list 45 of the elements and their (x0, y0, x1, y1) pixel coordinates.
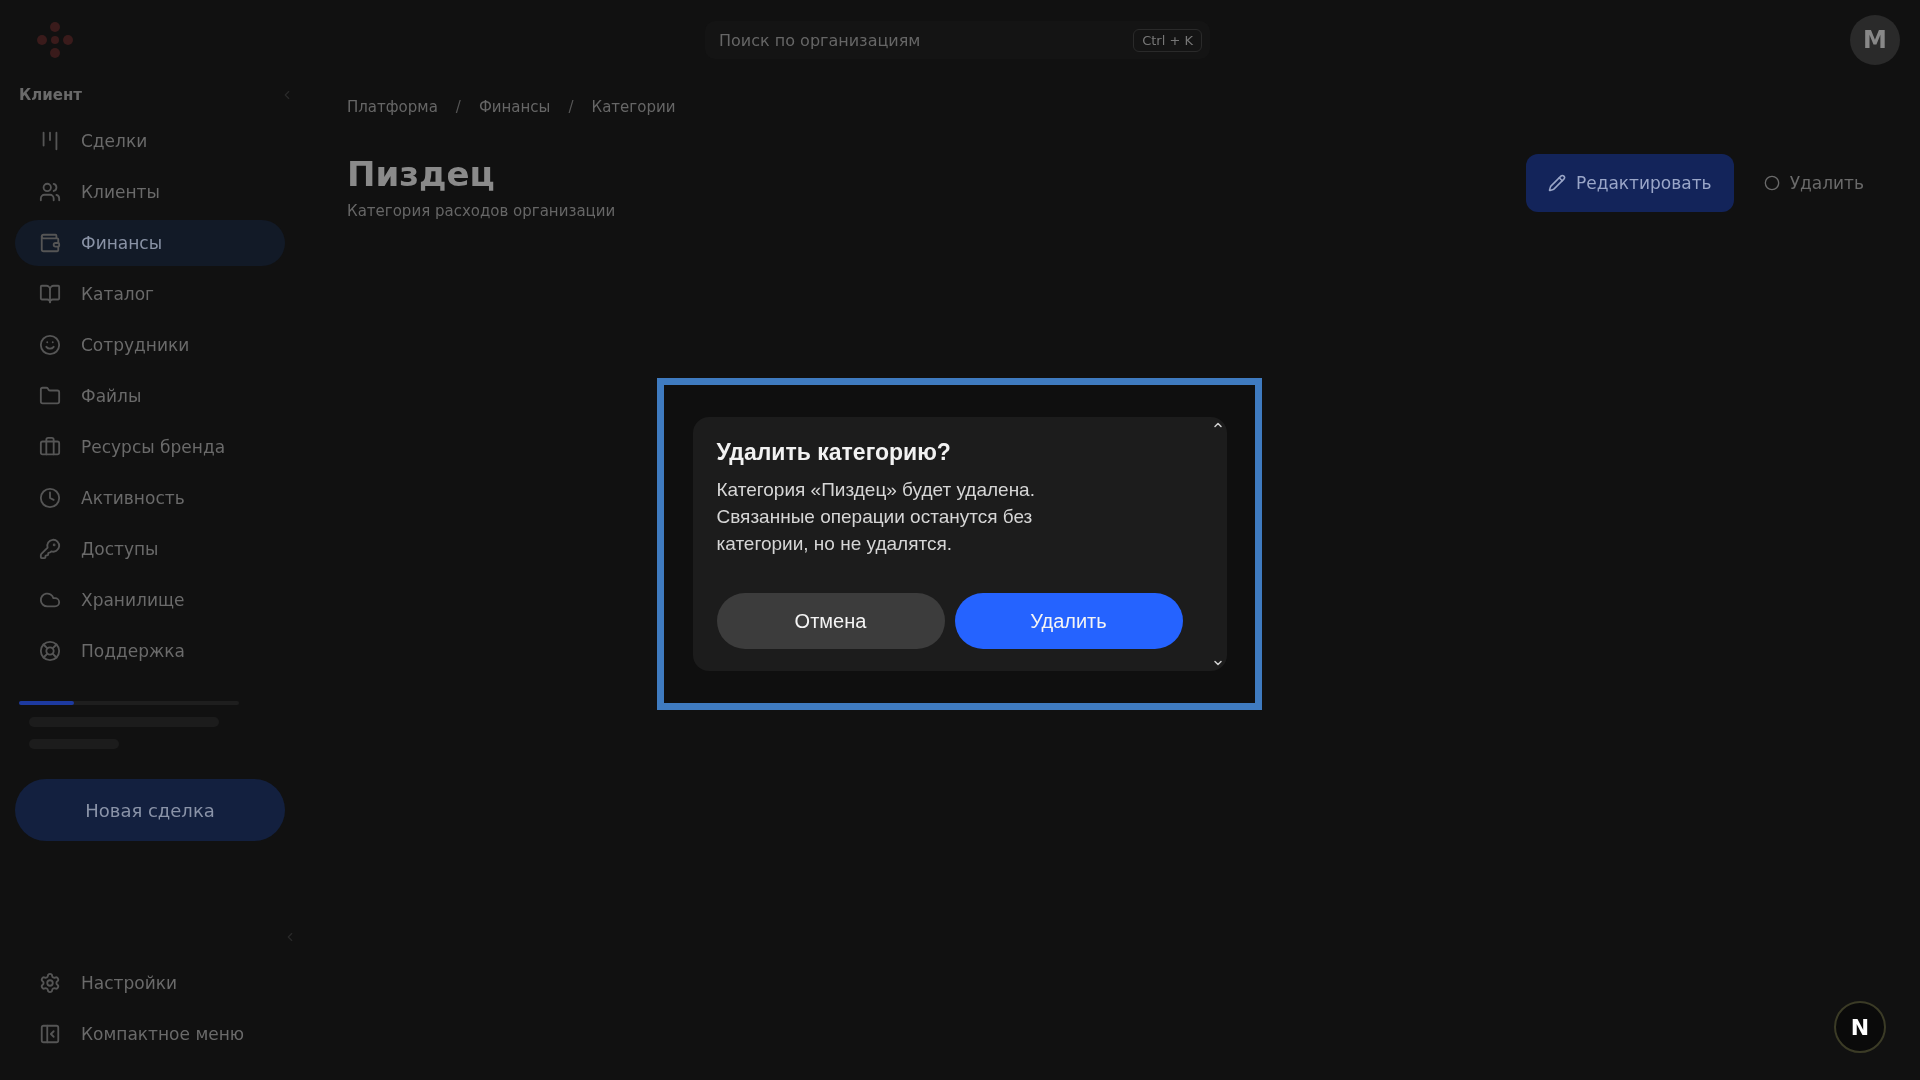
breadcrumb-link[interactable]: Категории (591, 98, 676, 116)
users-icon (39, 181, 61, 203)
briefcase-icon (39, 436, 61, 458)
sidebar-item[interactable]: Доступы (15, 526, 285, 572)
sidebar-item[interactable]: Активность (15, 475, 285, 521)
sidebar-item[interactable]: Сделки (15, 118, 285, 164)
folder-icon (39, 385, 61, 407)
key-icon (39, 538, 61, 560)
sidebar-item[interactable]: Финансы (15, 220, 285, 266)
book-icon (39, 283, 61, 305)
circle-icon (1763, 175, 1780, 191)
wallet-icon (39, 232, 61, 254)
settings-icon (39, 972, 61, 994)
dev-badge[interactable]: N (1834, 1001, 1886, 1053)
breadcrumb-link[interactable]: Платформа (347, 98, 438, 116)
sidebar-item[interactable]: Ресурсы бренда (15, 424, 285, 470)
avatar[interactable]: M (1850, 15, 1900, 65)
sidebar-item[interactable]: Клиенты (15, 169, 285, 215)
delete-button[interactable]: Удалить (954, 593, 1183, 649)
dialog-message: Категория «Пиздец» будет удалена. Связанные операции останутся без категории, но не удалятся. (716, 478, 1036, 556)
breadcrumb-separator: / (568, 98, 574, 116)
delete-button[interactable]: Удалить (1757, 154, 1870, 212)
sidebar-item[interactable]: Файлы (15, 373, 285, 419)
sidebar-item[interactable]: Каталог (15, 271, 285, 317)
section-label: Клиент (19, 86, 82, 104)
sidebar-item[interactable]: Компактное меню (15, 1011, 285, 1057)
logo-icon (37, 22, 73, 58)
pencil-icon (1547, 174, 1566, 192)
lifebuoy-icon (39, 640, 61, 662)
cancel-button[interactable]: Отмена (716, 593, 945, 649)
new-deal-button[interactable]: Новая сделка (15, 779, 285, 841)
page-subtitle: Категория расходов организации (347, 202, 616, 220)
breadcrumb-link[interactable]: Финансы (478, 98, 551, 116)
dialog-title: Удалить категорию? (716, 439, 952, 466)
shortcut-hint: Ctrl + K (1133, 28, 1202, 52)
page-title: Пиздец (347, 154, 496, 194)
clock-icon (39, 487, 61, 509)
breadcrumb-separator: / (455, 98, 461, 116)
sidebar-item[interactable]: Сотрудники (15, 322, 285, 368)
sidebar-item[interactable]: Настройки (15, 960, 285, 1006)
panel-collapse-icon (39, 1023, 61, 1045)
sidebar-item[interactable]: Хранилище (15, 577, 285, 623)
smile-icon (39, 334, 61, 356)
sidebar-item[interactable]: Поддержка (15, 628, 285, 674)
edit-button[interactable]: Редактировать (1525, 154, 1734, 212)
